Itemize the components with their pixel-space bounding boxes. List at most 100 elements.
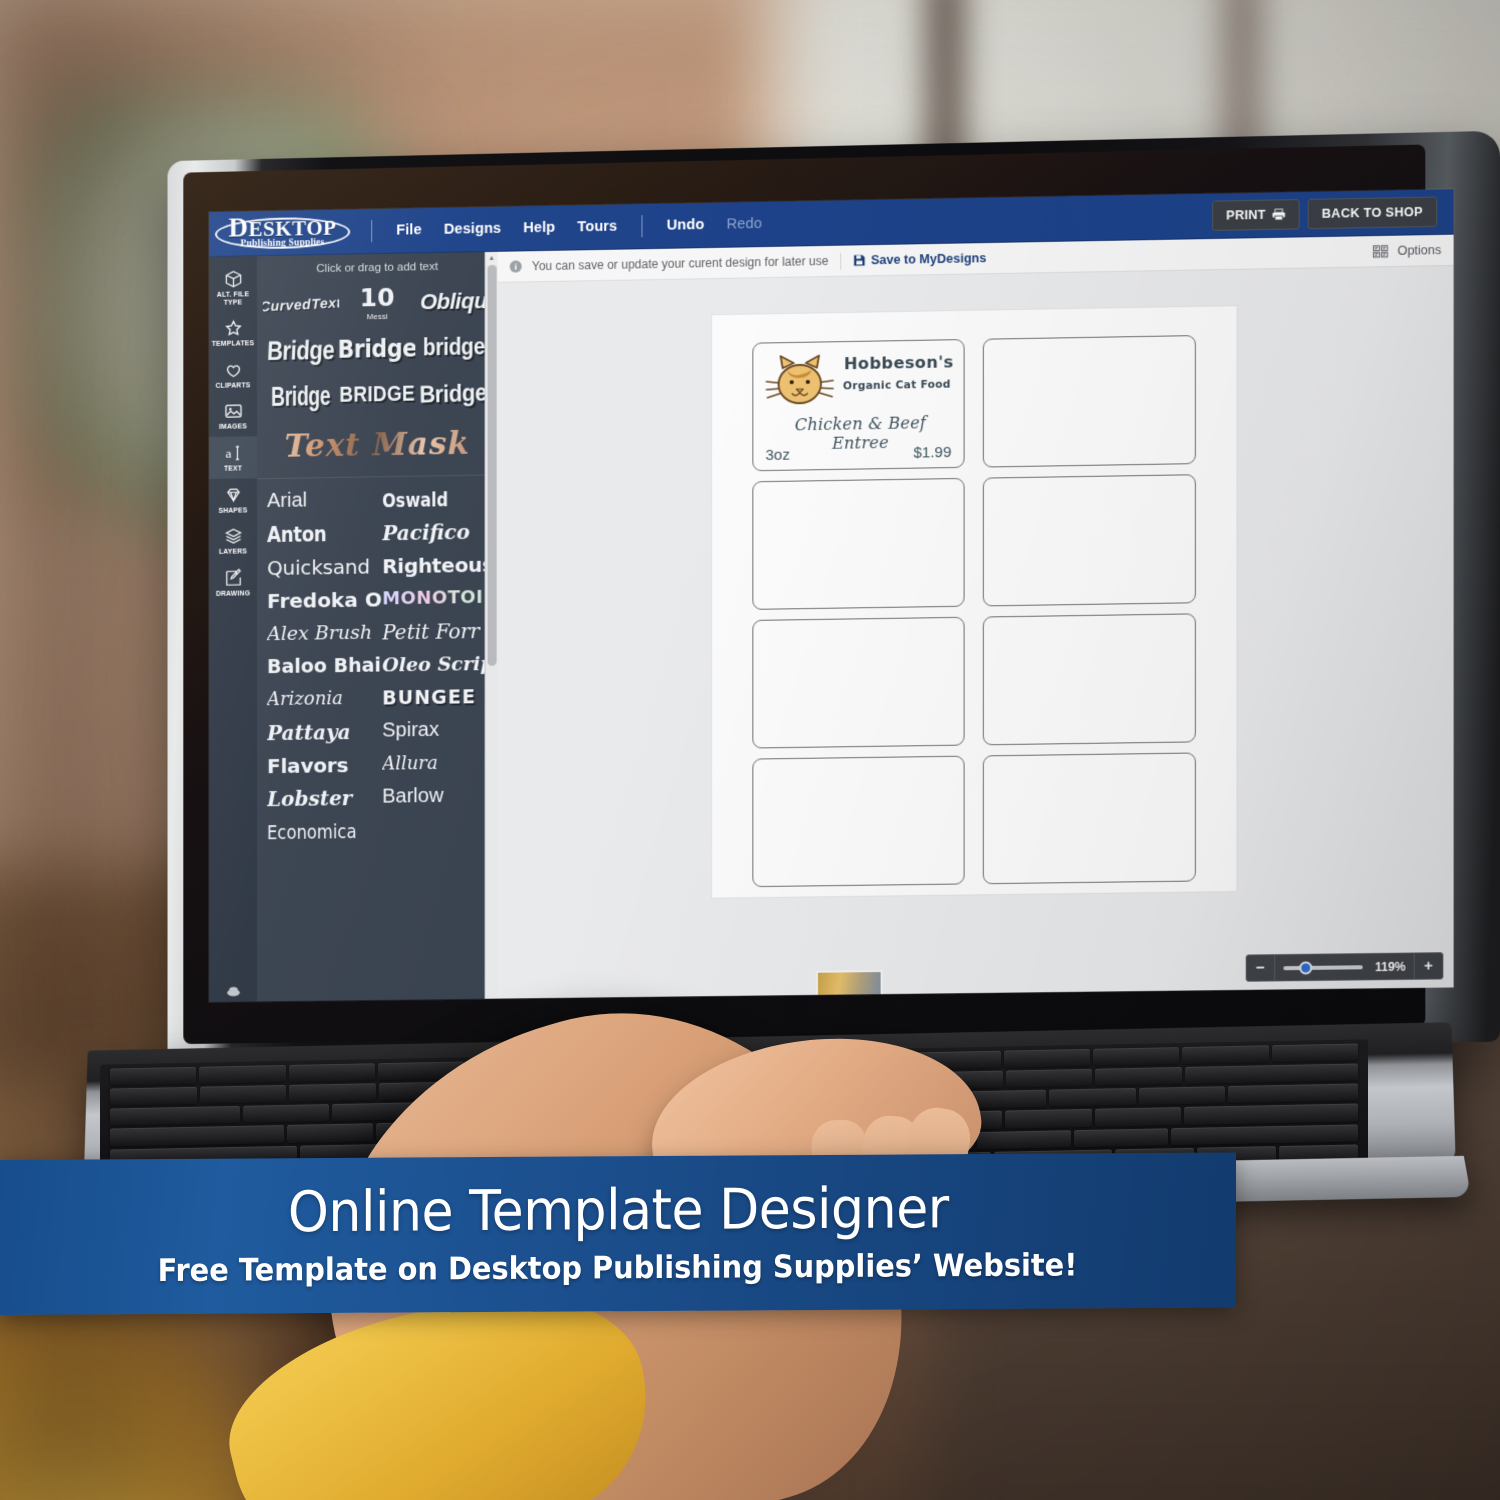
sidebar-item-text[interactable]: a TEXT — [209, 436, 258, 479]
effect-oblique[interactable]: Obliqu — [415, 278, 491, 325]
font-item-arizonia[interactable]: Arizonia — [267, 682, 382, 717]
gold-swatch-element[interactable] — [815, 969, 883, 997]
label-cell-empty-7[interactable] — [752, 755, 965, 888]
label-cell-empty-2[interactable] — [982, 335, 1196, 468]
effect-bridge-6[interactable]: Bridge — [415, 370, 491, 417]
label-cell-designed[interactable]: Hobbeson's Organic Cat Food Chicken & Be… — [752, 339, 965, 472]
font-item-quicksand[interactable]: Quicksand — [267, 549, 382, 584]
subbar-divider — [840, 252, 842, 270]
effect-number-messi[interactable]: 10 Messi — [339, 279, 415, 326]
label-price: $1.99 — [913, 443, 952, 462]
font-item-anton[interactable]: Anton — [267, 517, 366, 552]
font-item-lobster[interactable]: Lobster — [267, 781, 382, 816]
effect-bridge-5[interactable]: BRIDGE — [339, 371, 415, 418]
zoom-slider-thumb[interactable] — [1299, 960, 1313, 975]
nav-item-help[interactable]: Help — [512, 215, 566, 240]
zoom-out-button[interactable]: − — [1247, 955, 1274, 981]
font-item-baloo-bhai[interactable]: Baloo Bhai — [267, 648, 382, 683]
effect-bridge-1[interactable]: Bridge — [263, 327, 339, 374]
font-item-arial[interactable]: Arial — [267, 483, 382, 518]
effect-bridge-4-label: Bridge — [271, 379, 331, 412]
nav-item-designs[interactable]: Designs — [433, 216, 512, 241]
font-item-oswald[interactable]: Oswald — [382, 482, 474, 517]
panel-scrollbar[interactable]: ▲ — [484, 251, 498, 999]
rail-bottom-icon[interactable] — [209, 984, 257, 998]
label-sheet[interactable]: Hobbeson's Organic Cat Food Chicken & Be… — [712, 306, 1237, 898]
nav-item-file[interactable]: File — [385, 218, 433, 243]
key — [242, 1104, 330, 1124]
font-item-alex-brush[interactable]: Alex Brush — [267, 615, 382, 650]
sidebar-label-drawing: DRAWING — [215, 590, 251, 598]
effect-bridge-4[interactable]: Bridge — [263, 373, 339, 420]
effect-number-value: 10 — [359, 282, 395, 313]
label-subtitle: Organic Cat Food — [842, 378, 951, 393]
nav-item-redo[interactable]: Redo — [716, 212, 774, 237]
options-button[interactable]: Options — [1397, 243, 1441, 258]
promo-subtitle: Free Template on Desktop Publishing Supp… — [158, 1247, 1078, 1290]
sidebar-item-templates[interactable]: TEMPLATES — [209, 311, 257, 353]
sidebar-label-templates: TEMPLATES — [211, 340, 255, 349]
sidebar-item-drawing[interactable]: DRAWING — [209, 561, 257, 603]
label-grid: Hobbeson's Organic Cat Food Chicken & Be… — [752, 335, 1196, 888]
font-item-economica[interactable]: Economica — [267, 814, 361, 848]
sidebar-item-alt-file-type[interactable]: ALT. FILE TYPE — [209, 262, 257, 312]
font-item-flavors[interactable]: Flavors — [267, 748, 382, 783]
key — [199, 1064, 286, 1084]
label-cell-empty-5[interactable] — [752, 616, 965, 749]
scrollbar-thumb[interactable] — [487, 264, 497, 666]
scroll-up-arrow-icon[interactable]: ▲ — [485, 251, 498, 266]
print-button-label: PRINT — [1226, 207, 1266, 223]
effect-bridge-2-label: Bridge — [339, 334, 416, 364]
key-backspace — [1184, 1063, 1359, 1085]
sidebar-item-cliparts[interactable]: CLIPARTS — [209, 353, 257, 395]
key — [1271, 1043, 1359, 1063]
label-cell-empty-3[interactable] — [752, 477, 965, 610]
tool-rail: ALT. FILE TYPE TEMPLATES CLIPARTS IMAGES… — [209, 256, 258, 1003]
font-item-bungee[interactable]: BUNGEE — [382, 680, 497, 715]
key-tab — [110, 1106, 240, 1127]
sidebar-item-shapes[interactable]: SHAPES — [209, 478, 257, 520]
font-item-pattaya[interactable]: Pattaya — [267, 715, 382, 750]
star-icon — [223, 319, 242, 338]
nav-item-tours[interactable]: Tours — [566, 214, 628, 239]
zoom-slider[interactable] — [1283, 960, 1363, 975]
font-item-allura[interactable]: Allura — [382, 746, 497, 781]
logo-wordmark: DESKTOP — [229, 212, 337, 242]
back-to-shop-button[interactable]: BACK TO SHOP — [1307, 196, 1438, 230]
canvas-area[interactable]: Hobbeson's Organic Cat Food Chicken & Be… — [497, 265, 1454, 999]
font-item-oleo-script[interactable]: Oleo Script S — [382, 647, 497, 682]
effect-bridge-3[interactable]: bridge — [415, 324, 491, 371]
sidebar-item-layers[interactable]: LAYERS — [209, 519, 257, 561]
effect-bridge-2[interactable]: Bridge — [339, 325, 415, 372]
cube-icon — [223, 269, 242, 288]
font-item-righteous[interactable]: Righteous — [382, 548, 497, 583]
heart-icon — [223, 360, 242, 379]
label-cell-empty-6[interactable] — [982, 613, 1196, 746]
sidebar-label-shapes: SHAPES — [218, 506, 248, 515]
key — [1049, 1088, 1136, 1108]
effect-bridge-5-label: BRIDGE — [339, 381, 416, 408]
label-cell-empty-8[interactable] — [982, 752, 1196, 885]
print-button[interactable]: PRINT — [1211, 199, 1300, 231]
effect-text-mask[interactable]: Text Mask — [263, 416, 492, 474]
font-item-fredoka-one[interactable]: Fredoka O — [267, 582, 382, 617]
promo-banner: Online Template Designer Free Template o… — [0, 1152, 1236, 1315]
zoom-in-button[interactable]: + — [1415, 953, 1443, 979]
font-item-barlow[interactable]: Barlow — [382, 779, 497, 814]
label-brand: Hobbeson's — [843, 352, 954, 374]
effect-curved-text[interactable]: CurvedText — [263, 281, 339, 328]
font-item-pacifico[interactable]: Pacifico — [382, 514, 497, 549]
sidebar-item-images[interactable]: IMAGES — [209, 395, 257, 437]
app-logo[interactable]: DESKTOP Publishing Supplies — [214, 212, 351, 251]
font-item-petit-formal[interactable]: Petit Forr — [382, 614, 497, 649]
label-cell-empty-4[interactable] — [982, 474, 1196, 607]
floppy-disk-icon — [854, 254, 866, 266]
key — [1004, 1109, 1092, 1129]
font-item-spirax[interactable]: Spirax — [382, 713, 497, 748]
nav-item-undo[interactable]: Undo — [656, 213, 716, 238]
layout-grid-icon[interactable] — [1373, 244, 1388, 257]
layers-icon — [223, 527, 242, 546]
back-to-shop-label: BACK TO SHOP — [1321, 204, 1423, 221]
font-item-monoton[interactable]: MONOTOI — [382, 581, 497, 616]
save-to-mydesigns-button[interactable]: Save to MyDesigns — [854, 251, 986, 267]
